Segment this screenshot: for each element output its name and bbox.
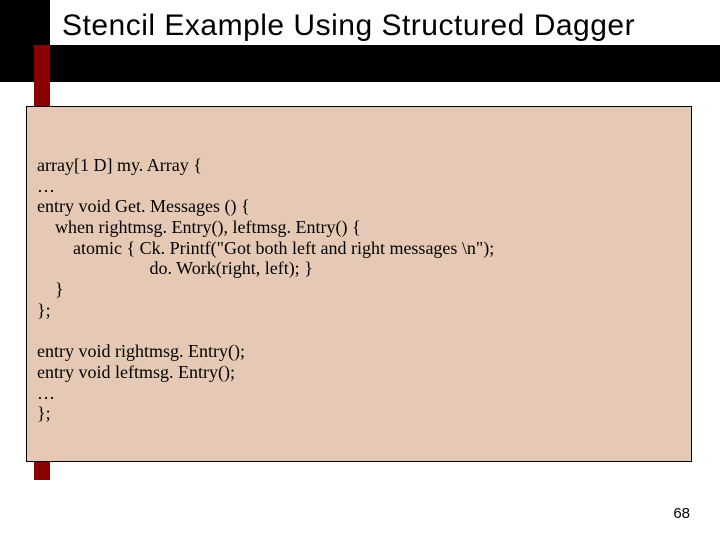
title-band-lower [50, 45, 720, 82]
slide: Stencil Example Using Structured Dagger … [0, 0, 720, 540]
slide-title: Stencil Example Using Structured Dagger [62, 9, 635, 43]
title-container: Stencil Example Using Structured Dagger [50, 0, 720, 45]
code-block: array[1 D] my. Array { … entry void Get.… [26, 106, 692, 462]
code-text: array[1 D] my. Array { … entry void Get.… [37, 155, 681, 424]
page-number: 68 [673, 505, 690, 522]
